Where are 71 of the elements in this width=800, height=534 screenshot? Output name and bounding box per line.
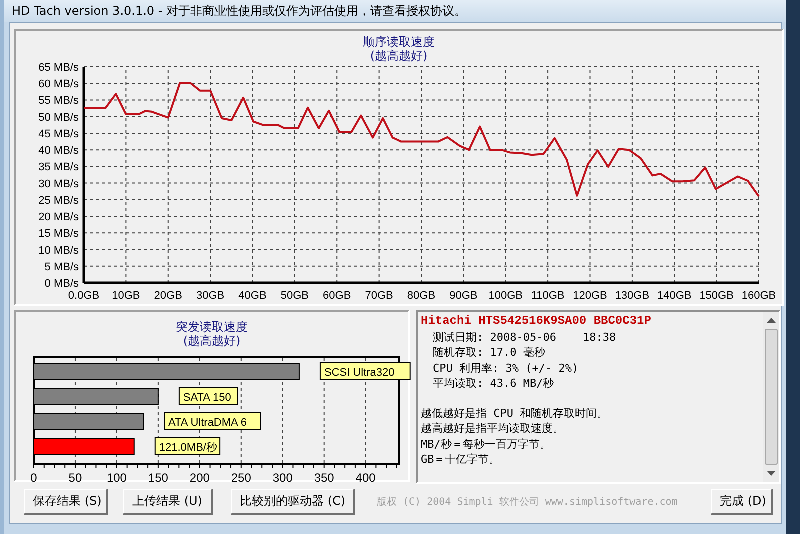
bar-label: SATA 150 — [178, 388, 238, 406]
x-tick-label: 10GB — [112, 290, 140, 302]
x-tick-label: 400 — [356, 471, 376, 485]
x-tick-label: 0.0GB — [68, 290, 100, 302]
x-tick-label: 300 — [272, 471, 293, 485]
bar-label: ATA UltraDMA 6 — [164, 412, 262, 430]
chart-subtitle: (越高越好) — [370, 49, 428, 63]
window-title: HD Tach version 3.0.1.0 - 对于非商业性使用或仅作为评估使用，请查看授权协议。 — [12, 2, 466, 20]
result-line: CPU 利用率: 3% (+/- 2%) — [432, 360, 580, 376]
x-tick-label: 150 — [148, 471, 168, 485]
copyright-text: 版权 (C) 2004 Simpli 软件公司 www.simplisoftware.com — [377, 496, 678, 509]
x-tick-label: 100 — [106, 471, 127, 485]
y-tick-label: 10 MB/s — [38, 244, 79, 257]
result-line: 测试日期: 2008-05-06 18:38 — [432, 330, 618, 345]
action-button[interactable]: 上传结果 (U) — [123, 489, 213, 515]
x-tick-label: 160GB — [742, 290, 776, 302]
x-tick-label: 200 — [190, 471, 210, 485]
y-tick-label: 65 MB/s — [38, 62, 79, 74]
y-tick-label: 55 MB/s — [38, 95, 79, 108]
x-tick-label: 80GB — [407, 290, 436, 302]
y-tick-label: 0 MB/s — [44, 278, 79, 290]
chart-subtitle: (越高越好) — [183, 334, 241, 348]
y-tick-label: SCSI Ultra320 — [324, 367, 395, 379]
scroll-up-icon[interactable] — [766, 318, 776, 323]
x-tick-label: 120GB — [573, 290, 608, 302]
y-tick-label: 5 MB/s — [44, 261, 79, 274]
y-tick-label: ATA UltraDMA 6 — [168, 417, 247, 429]
result-line: 平均读取: 43.6 MB/秒 — [432, 376, 556, 392]
bar-label: SCSI Ultra320 — [320, 362, 411, 380]
x-tick-label: 20GB — [154, 290, 182, 302]
done-button[interactable]: 完成 (D) — [711, 489, 773, 515]
chart-title: 顺序读取速度 — [363, 35, 435, 49]
x-tick-label: 150GB — [700, 290, 734, 302]
action-button[interactable]: 比较别的驱动器 (C) — [231, 489, 355, 515]
x-tick-label: 250 — [231, 471, 252, 485]
x-tick-label: 350 — [314, 471, 334, 485]
y-tick-label: 30 MB/s — [38, 178, 79, 190]
x-tick-label: 100GB — [488, 290, 523, 302]
scroll-down-icon[interactable] — [766, 471, 776, 476]
scroll-thumb[interactable] — [764, 329, 778, 465]
y-tick-label: 50 MB/s — [38, 112, 79, 124]
x-tick-label: 50GB — [280, 290, 309, 302]
chart-title: 突发读取速度 — [176, 320, 248, 334]
result-line: 随机存取: 17.0 毫秒 — [432, 345, 546, 360]
x-tick-label: 0 — [30, 471, 38, 485]
x-tick-label: 30GB — [196, 290, 225, 302]
bar-label: 121.0MB/秒 — [154, 438, 221, 456]
y-tick-label: 15 MB/s — [38, 228, 79, 240]
note-line: MB/秒＝每秒一百万字节。 — [421, 436, 552, 452]
y-tick-label: 35 MB/s — [38, 162, 79, 174]
note-line: GB＝十亿字节。 — [421, 452, 502, 468]
y-tick-label: 40 MB/s — [38, 145, 79, 158]
note-line: 越高越好是指平均读取速度。 — [421, 421, 565, 436]
x-tick-label: 50 — [68, 471, 82, 485]
x-tick-label: 110GB — [531, 290, 565, 302]
x-tick-label: 90GB — [450, 290, 478, 302]
note-line: 越低越好是指 CPU 和随机存取时间。 — [421, 406, 610, 421]
y-tick-label: 45 MB/s — [38, 128, 79, 140]
action-button[interactable]: 保存结果 (S) — [24, 489, 108, 515]
x-tick-label: 40GB — [238, 290, 267, 302]
x-tick-label: 60GB — [323, 290, 352, 302]
x-tick-label: 140GB — [658, 290, 692, 302]
y-tick-label: 60 MB/s — [38, 78, 79, 91]
y-tick-label: 25 MB/s — [38, 194, 79, 207]
drive-name: Hitachi HTS542516K9SA00 BBC0C31P — [421, 314, 652, 330]
y-tick-label: SATA 150 — [183, 392, 232, 404]
scrollbar[interactable] — [763, 312, 779, 482]
x-tick-label: 130GB — [615, 290, 650, 302]
y-tick-label: 121.0MB/秒 — [159, 442, 218, 454]
y-tick-label: 20 MB/s — [38, 212, 79, 224]
x-tick-label: 70GB — [365, 290, 394, 302]
